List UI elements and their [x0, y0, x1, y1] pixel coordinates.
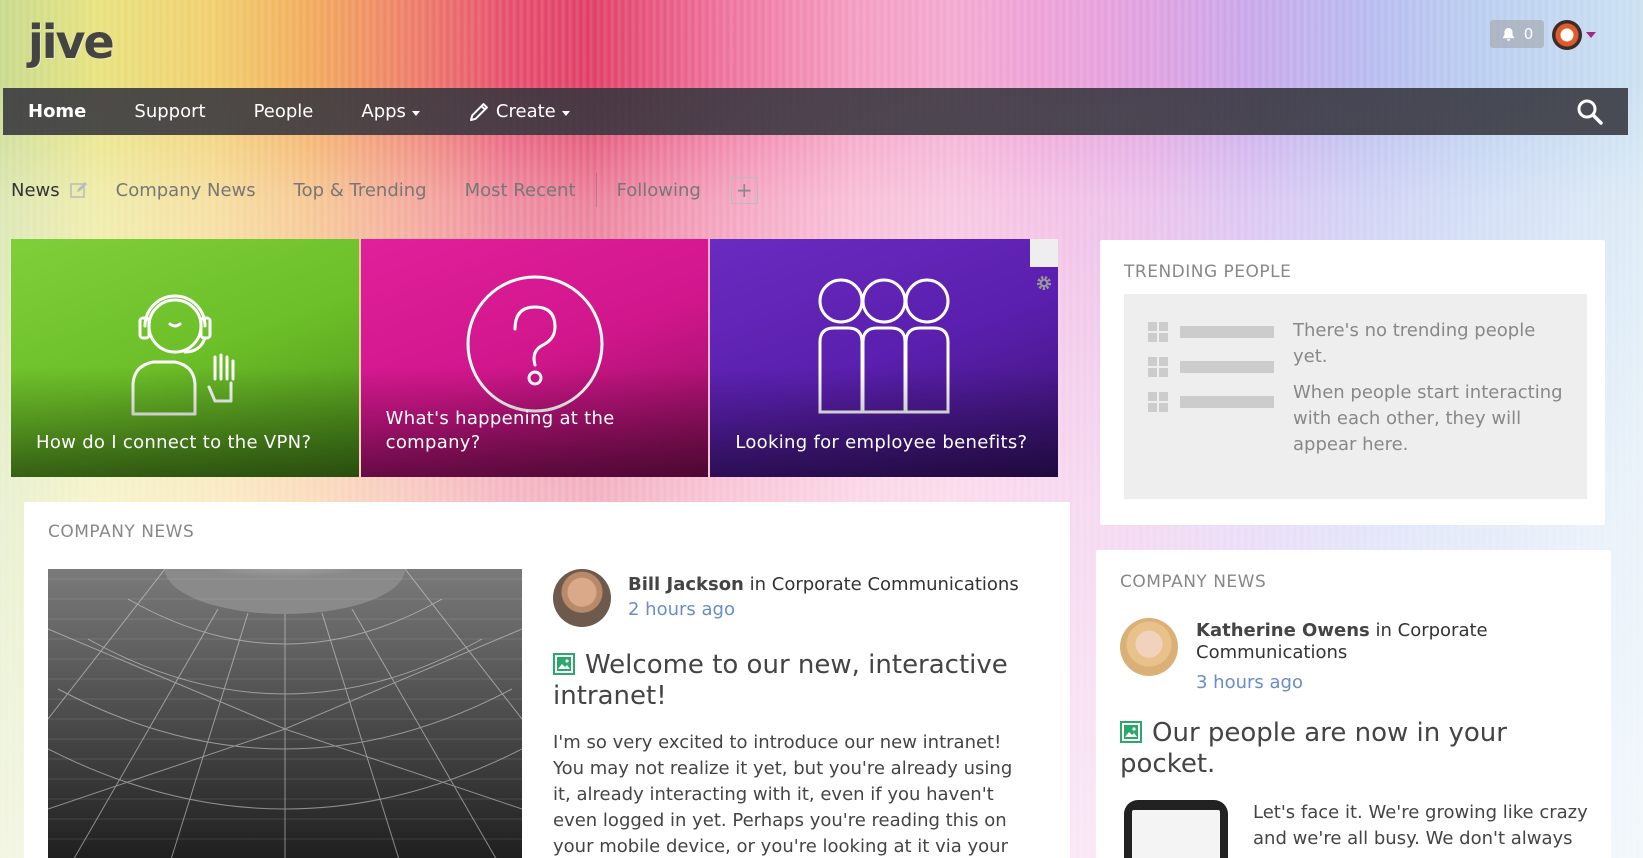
tab-most-recent[interactable]: Most Recent: [465, 180, 576, 201]
empty-hint: When people start interacting with each …: [1293, 382, 1563, 455]
tile-company-label: What's happening at the company?: [385, 408, 615, 453]
phone-image[interactable]: [1124, 800, 1228, 858]
nav-create-label: Create: [495, 101, 556, 122]
placeholder-row: [1148, 322, 1274, 342]
edit-icon[interactable]: [69, 181, 88, 199]
nav-people-label: People: [253, 101, 314, 122]
quick-tiles: How do I connect to the VPN? What's happ…: [11, 239, 1059, 477]
news-tabs: News Company News Top & Trending Most Re…: [11, 173, 758, 207]
chevron-down-icon: [561, 110, 570, 116]
chevron-down-icon: [411, 110, 420, 116]
tab-news[interactable]: News: [11, 180, 60, 201]
tile-shade: [11, 367, 359, 477]
notifications-button[interactable]: 0: [1490, 20, 1544, 48]
nav-support[interactable]: Support: [110, 88, 229, 135]
chevron-down-icon: [1586, 32, 1596, 38]
post-title-link[interactable]: Welcome to our new, interactive intranet…: [553, 650, 1023, 712]
tile-shade: [710, 367, 1059, 477]
trending-people-panel: TRENDING PEOPLE There's no trending peop…: [1100, 240, 1605, 525]
tile-vpn[interactable]: How do I connect to the VPN?: [11, 239, 359, 477]
avatar[interactable]: [1120, 618, 1178, 676]
post-title: Our people are now in your pocket.: [1120, 718, 1507, 779]
tile-vpn-label: How do I connect to the VPN?: [36, 432, 312, 453]
nav-people[interactable]: People: [230, 88, 338, 135]
jive-logo[interactable]: jive: [28, 14, 115, 70]
tab-company-news[interactable]: Company News: [116, 180, 256, 201]
post-title-link[interactable]: Our people are now in your pocket.: [1120, 718, 1580, 780]
bell-icon: [1502, 27, 1514, 41]
company-news-title: COMPANY NEWS: [48, 522, 195, 542]
placeholder-bar: [1180, 326, 1274, 338]
building-photo: [48, 569, 522, 858]
tile-benefits[interactable]: Looking for employee benefits?: [710, 239, 1059, 477]
company-news-side-title: COMPANY NEWS: [1120, 572, 1267, 592]
grid-icon: [1148, 322, 1168, 342]
pencil-icon: [469, 102, 488, 121]
place-link[interactable]: Corporate Communications: [772, 574, 1019, 595]
nav-support-label: Support: [134, 101, 206, 122]
author-name[interactable]: Bill Jackson: [628, 574, 744, 595]
tile-benefits-label: Looking for employee benefits?: [735, 432, 1028, 453]
trending-empty-state: There's no trending people yet. When peo…: [1124, 294, 1587, 499]
in-text: in: [1375, 620, 1392, 641]
avatar: [1552, 20, 1582, 50]
tab-top-trending[interactable]: Top & Trending: [294, 180, 427, 201]
tile-settings-button[interactable]: [1030, 239, 1059, 290]
placeholder-bar: [1180, 361, 1274, 373]
empty-message: There's no trending people yet.: [1293, 320, 1536, 367]
grid-icon: [1148, 357, 1168, 377]
news-image[interactable]: [48, 569, 522, 858]
placeholder-row: [1148, 392, 1274, 412]
main-nav: Home Support People Apps Create: [3, 88, 1628, 135]
user-menu[interactable]: [1552, 20, 1596, 50]
author-line: Bill Jackson in Corporate Communications: [628, 574, 1019, 595]
nav-home-label: Home: [28, 101, 87, 122]
company-news-side-panel: COMPANY NEWS Katherine Owens in Corporat…: [1096, 550, 1611, 858]
tab-following[interactable]: Following: [617, 180, 701, 201]
avatar[interactable]: [553, 569, 611, 627]
grid-icon: [1148, 392, 1168, 412]
tab-divider: [595, 173, 597, 207]
add-tab-button[interactable]: +: [730, 176, 758, 204]
placeholder-bar: [1180, 396, 1274, 408]
post-time[interactable]: 3 hours ago: [1196, 672, 1303, 693]
tile-company[interactable]: What's happening at the company?: [360, 239, 709, 477]
post-time[interactable]: 2 hours ago: [628, 599, 735, 620]
document-image-icon: [1120, 721, 1142, 743]
author-name[interactable]: Katherine Owens: [1196, 620, 1370, 641]
document-image-icon: [553, 653, 575, 675]
notifications-count: 0: [1523, 25, 1534, 43]
placeholder-row: [1148, 357, 1274, 377]
trending-people-title: TRENDING PEOPLE: [1124, 262, 1292, 282]
post-title: Welcome to our new, interactive intranet…: [553, 650, 1008, 711]
nav-home[interactable]: Home: [3, 88, 110, 135]
post-excerpt: I'm so very excited to introduce our new…: [553, 732, 1013, 857]
gear-icon: [1037, 276, 1052, 290]
company-news-panel: COMPANY NEWS Bill Jackson in Corporate C…: [24, 502, 1070, 858]
nav-apps[interactable]: Apps: [337, 88, 444, 135]
phone-screen: [1132, 810, 1220, 858]
nav-create[interactable]: Create: [444, 88, 594, 135]
search-icon[interactable]: [1574, 96, 1606, 128]
author-line: Katherine Owens in Corporate Communicati…: [1196, 620, 1526, 664]
in-text: in: [749, 574, 767, 595]
nav-apps-label: Apps: [361, 101, 406, 122]
post-excerpt: Let's face it. We're growing like crazy …: [1253, 802, 1588, 849]
